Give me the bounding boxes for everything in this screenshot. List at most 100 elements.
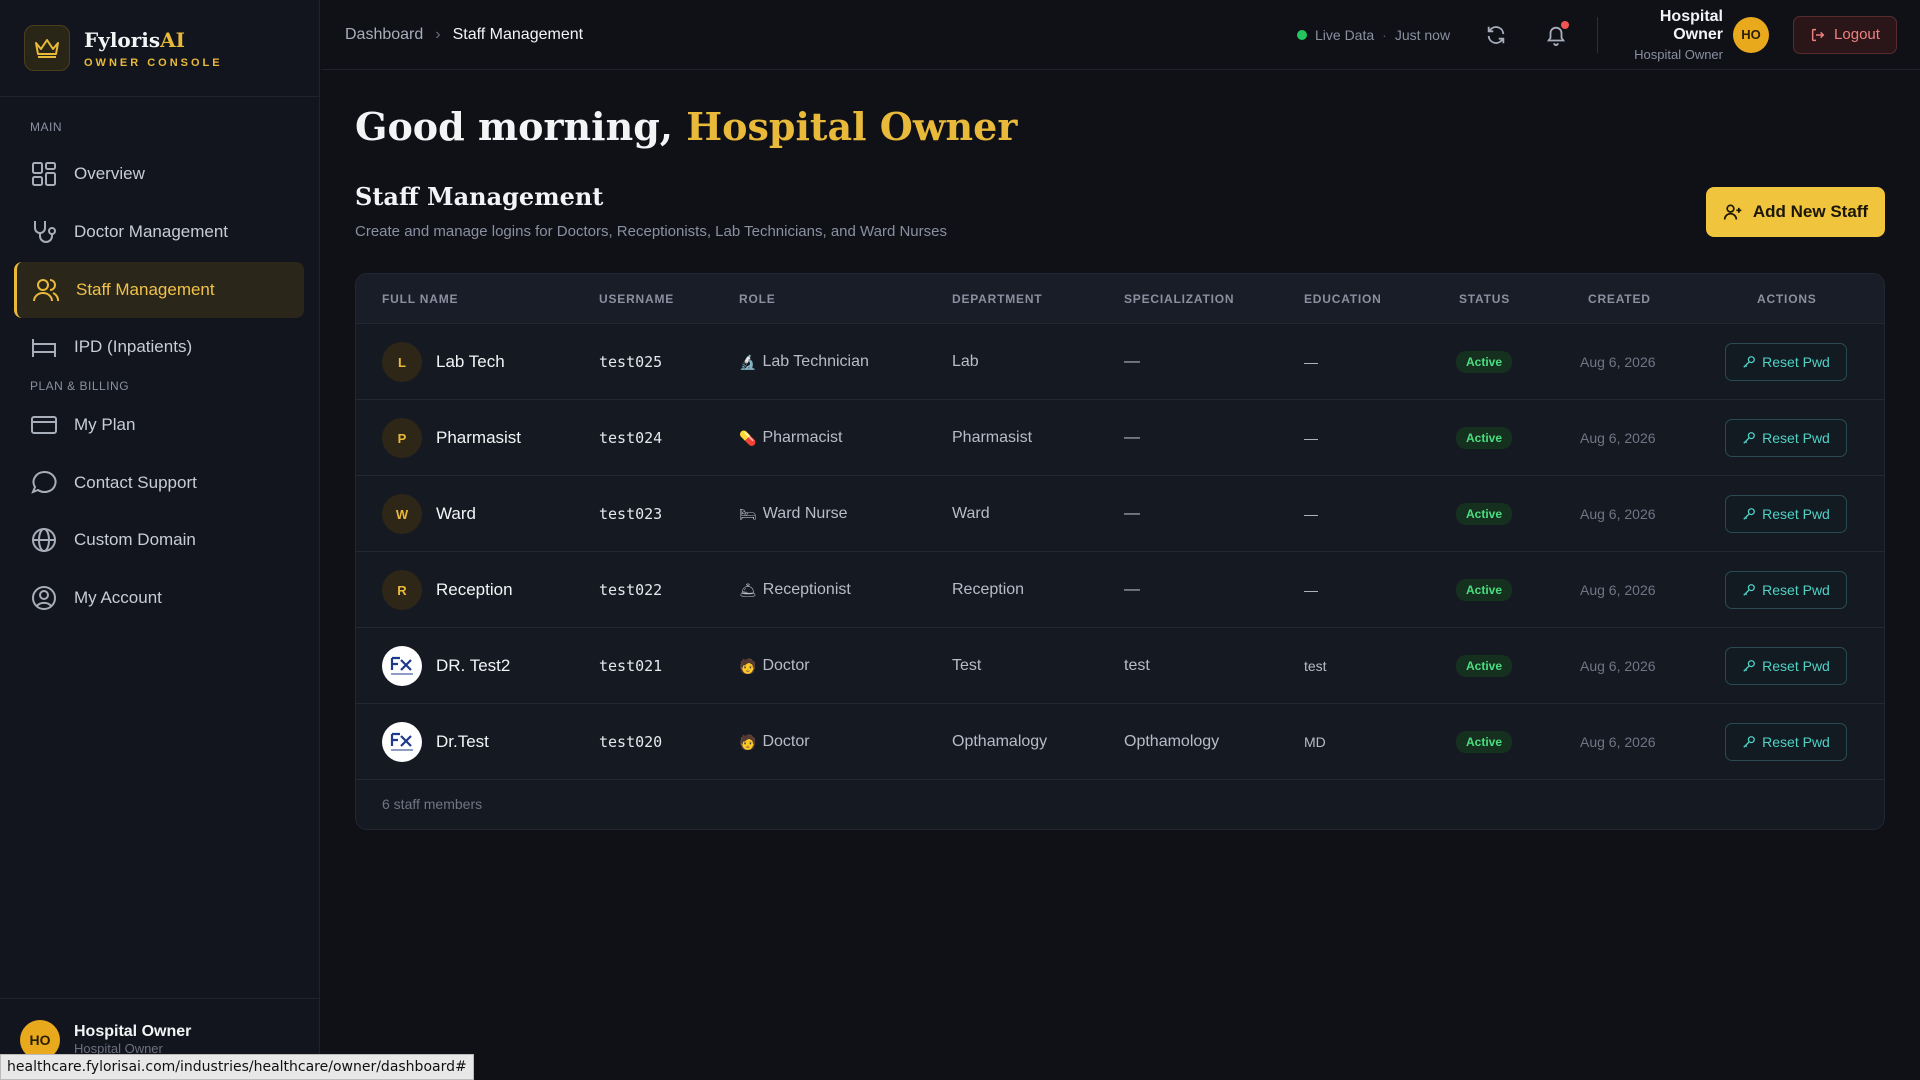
role-icon: 🧑 (739, 733, 757, 750)
avatar: L (382, 342, 422, 382)
add-new-staff-button[interactable]: Add New Staff (1706, 187, 1885, 237)
avatar: R (382, 570, 422, 610)
status-badge: Active (1456, 731, 1513, 753)
table-row: W Ward test023 🛏 Ward Nurse Ward — — Act… (356, 476, 1884, 552)
staff-name: Pharmasist (436, 428, 522, 447)
topbar-user[interactable]: Hospital Owner Hospital Owner (1611, 8, 1723, 62)
sidebar-item-staff-management[interactable]: Staff Management (14, 262, 304, 318)
status-badge: Active (1456, 655, 1513, 677)
notification-badge (1561, 20, 1569, 29)
credit-card-icon (31, 416, 57, 434)
cell-role: 🧑 Doctor (739, 704, 810, 780)
cell-specialization: — (1124, 505, 1140, 522)
sidebar-item-label: Contact Support (74, 473, 197, 492)
sidebar-item-label: IPD (Inpatients) (74, 337, 193, 356)
cell-username: test024 (599, 429, 663, 447)
reset-password-label: Reset Pwd (1762, 734, 1830, 750)
role-label: Doctor (762, 733, 810, 750)
breadcrumb-dashboard[interactable]: Dashboard (345, 26, 423, 44)
column-header: CREATED (1588, 292, 1651, 306)
reset-password-button[interactable]: Reset Pwd (1725, 723, 1847, 761)
table-row: DR. Test2 test021 🧑 Doctor Test test tes… (356, 628, 1884, 704)
grid-icon (32, 162, 56, 186)
cell-education: test (1304, 658, 1327, 674)
globe-icon (32, 528, 56, 552)
cell-username: test023 (599, 505, 663, 523)
staff-name: Reception (436, 580, 513, 599)
sidebar-item-my-account[interactable]: My Account (14, 570, 304, 626)
sidebar-item-label: Custom Domain (74, 530, 196, 549)
cell-department: Test (952, 657, 982, 674)
cell-actions: Reset Pwd (1725, 324, 1847, 400)
cell-department: Lab (952, 353, 979, 370)
staff-name: DR. Test2 (436, 656, 511, 675)
logout-button[interactable]: Logout (1793, 15, 1897, 54)
role-label: Receptionist (762, 581, 851, 598)
reset-password-button[interactable]: Reset Pwd (1725, 419, 1847, 457)
reset-password-button[interactable]: Reset Pwd (1725, 495, 1847, 533)
status-badge: Active (1456, 579, 1513, 601)
refresh-button[interactable] (1482, 21, 1510, 49)
staff-name: Ward (436, 504, 476, 523)
column-header: ACTIONS (1757, 292, 1817, 306)
bed-icon (32, 339, 56, 357)
sidebar-item-contact-support[interactable]: Contact Support (14, 455, 304, 511)
cell-education: — (1304, 506, 1318, 522)
column-header: STATUS (1459, 292, 1511, 306)
cell-education: MD (1304, 734, 1326, 750)
reset-password-label: Reset Pwd (1762, 658, 1830, 674)
divider (1597, 17, 1598, 53)
column-header: FULL NAME (382, 292, 459, 306)
cell-department: Ward (952, 505, 990, 522)
staff-name: Dr.Test (436, 732, 489, 751)
cell-education: — (1304, 354, 1318, 370)
status-badge: Active (1456, 503, 1513, 525)
reset-password-button[interactable]: Reset Pwd (1725, 343, 1847, 381)
sidebar-item-doctor-management[interactable]: Doctor Management (14, 204, 304, 260)
logout-icon (1811, 28, 1825, 41)
user-circle-icon (32, 586, 56, 610)
cell-actions: Reset Pwd (1725, 476, 1847, 552)
last-updated: Just now (1394, 26, 1451, 43)
cell-specialization: — (1124, 429, 1140, 446)
reset-password-button[interactable]: Reset Pwd (1725, 571, 1847, 609)
column-header: USERNAME (599, 292, 675, 306)
avatar: W (382, 494, 422, 534)
cell-role: 🧑 Doctor (739, 628, 810, 704)
greeting-name: Hospital Owner (686, 104, 1018, 149)
cell-education: — (1304, 582, 1318, 598)
avatar[interactable]: HO (1733, 16, 1769, 53)
column-header: SPECIALIZATION (1124, 292, 1235, 306)
nav-section-billing: PLAN & BILLING (30, 379, 130, 393)
table-row: R Reception test022 🛎 Receptionist Recep… (356, 552, 1884, 628)
nav-section-main: MAIN (30, 120, 62, 134)
live-label: Live Data (1315, 26, 1375, 43)
users-icon (33, 279, 59, 302)
sidebar-item-overview[interactable]: Overview (14, 146, 304, 202)
cell-status: Active (1456, 400, 1513, 476)
cell-actions: Reset Pwd (1725, 628, 1847, 704)
sidebar-item-custom-domain[interactable]: Custom Domain (14, 512, 304, 568)
sidebar-item-label: Staff Management (76, 280, 215, 299)
refresh-icon (1487, 25, 1505, 44)
page-title: Staff Management (355, 182, 604, 211)
role-label: Lab Technician (762, 353, 869, 370)
column-header: ROLE (739, 292, 776, 306)
cell-role: 🛎 Receptionist (739, 552, 851, 628)
reset-password-button[interactable]: Reset Pwd (1725, 647, 1847, 685)
key-icon (1743, 660, 1756, 672)
cell-specialization: Opthamology (1124, 733, 1220, 750)
role-label: Pharmacist (762, 429, 843, 446)
sidebar-item-ipd[interactable]: IPD (Inpatients) (14, 319, 304, 375)
key-icon (1743, 432, 1756, 444)
cell-full-name: L Lab Tech (382, 324, 505, 400)
fyloris-logo-avatar (382, 646, 422, 686)
table-footer-count: 6 staff members (382, 796, 483, 812)
cell-department: Opthamalogy (952, 733, 1048, 750)
cell-department: Reception (952, 581, 1025, 598)
topbar-user-role: Hospital Owner (1634, 46, 1723, 62)
sidebar-item-my-plan[interactable]: My Plan (14, 397, 304, 453)
notifications-button[interactable] (1542, 20, 1570, 49)
cell-full-name: R Reception (382, 552, 513, 628)
key-icon (1743, 508, 1756, 520)
